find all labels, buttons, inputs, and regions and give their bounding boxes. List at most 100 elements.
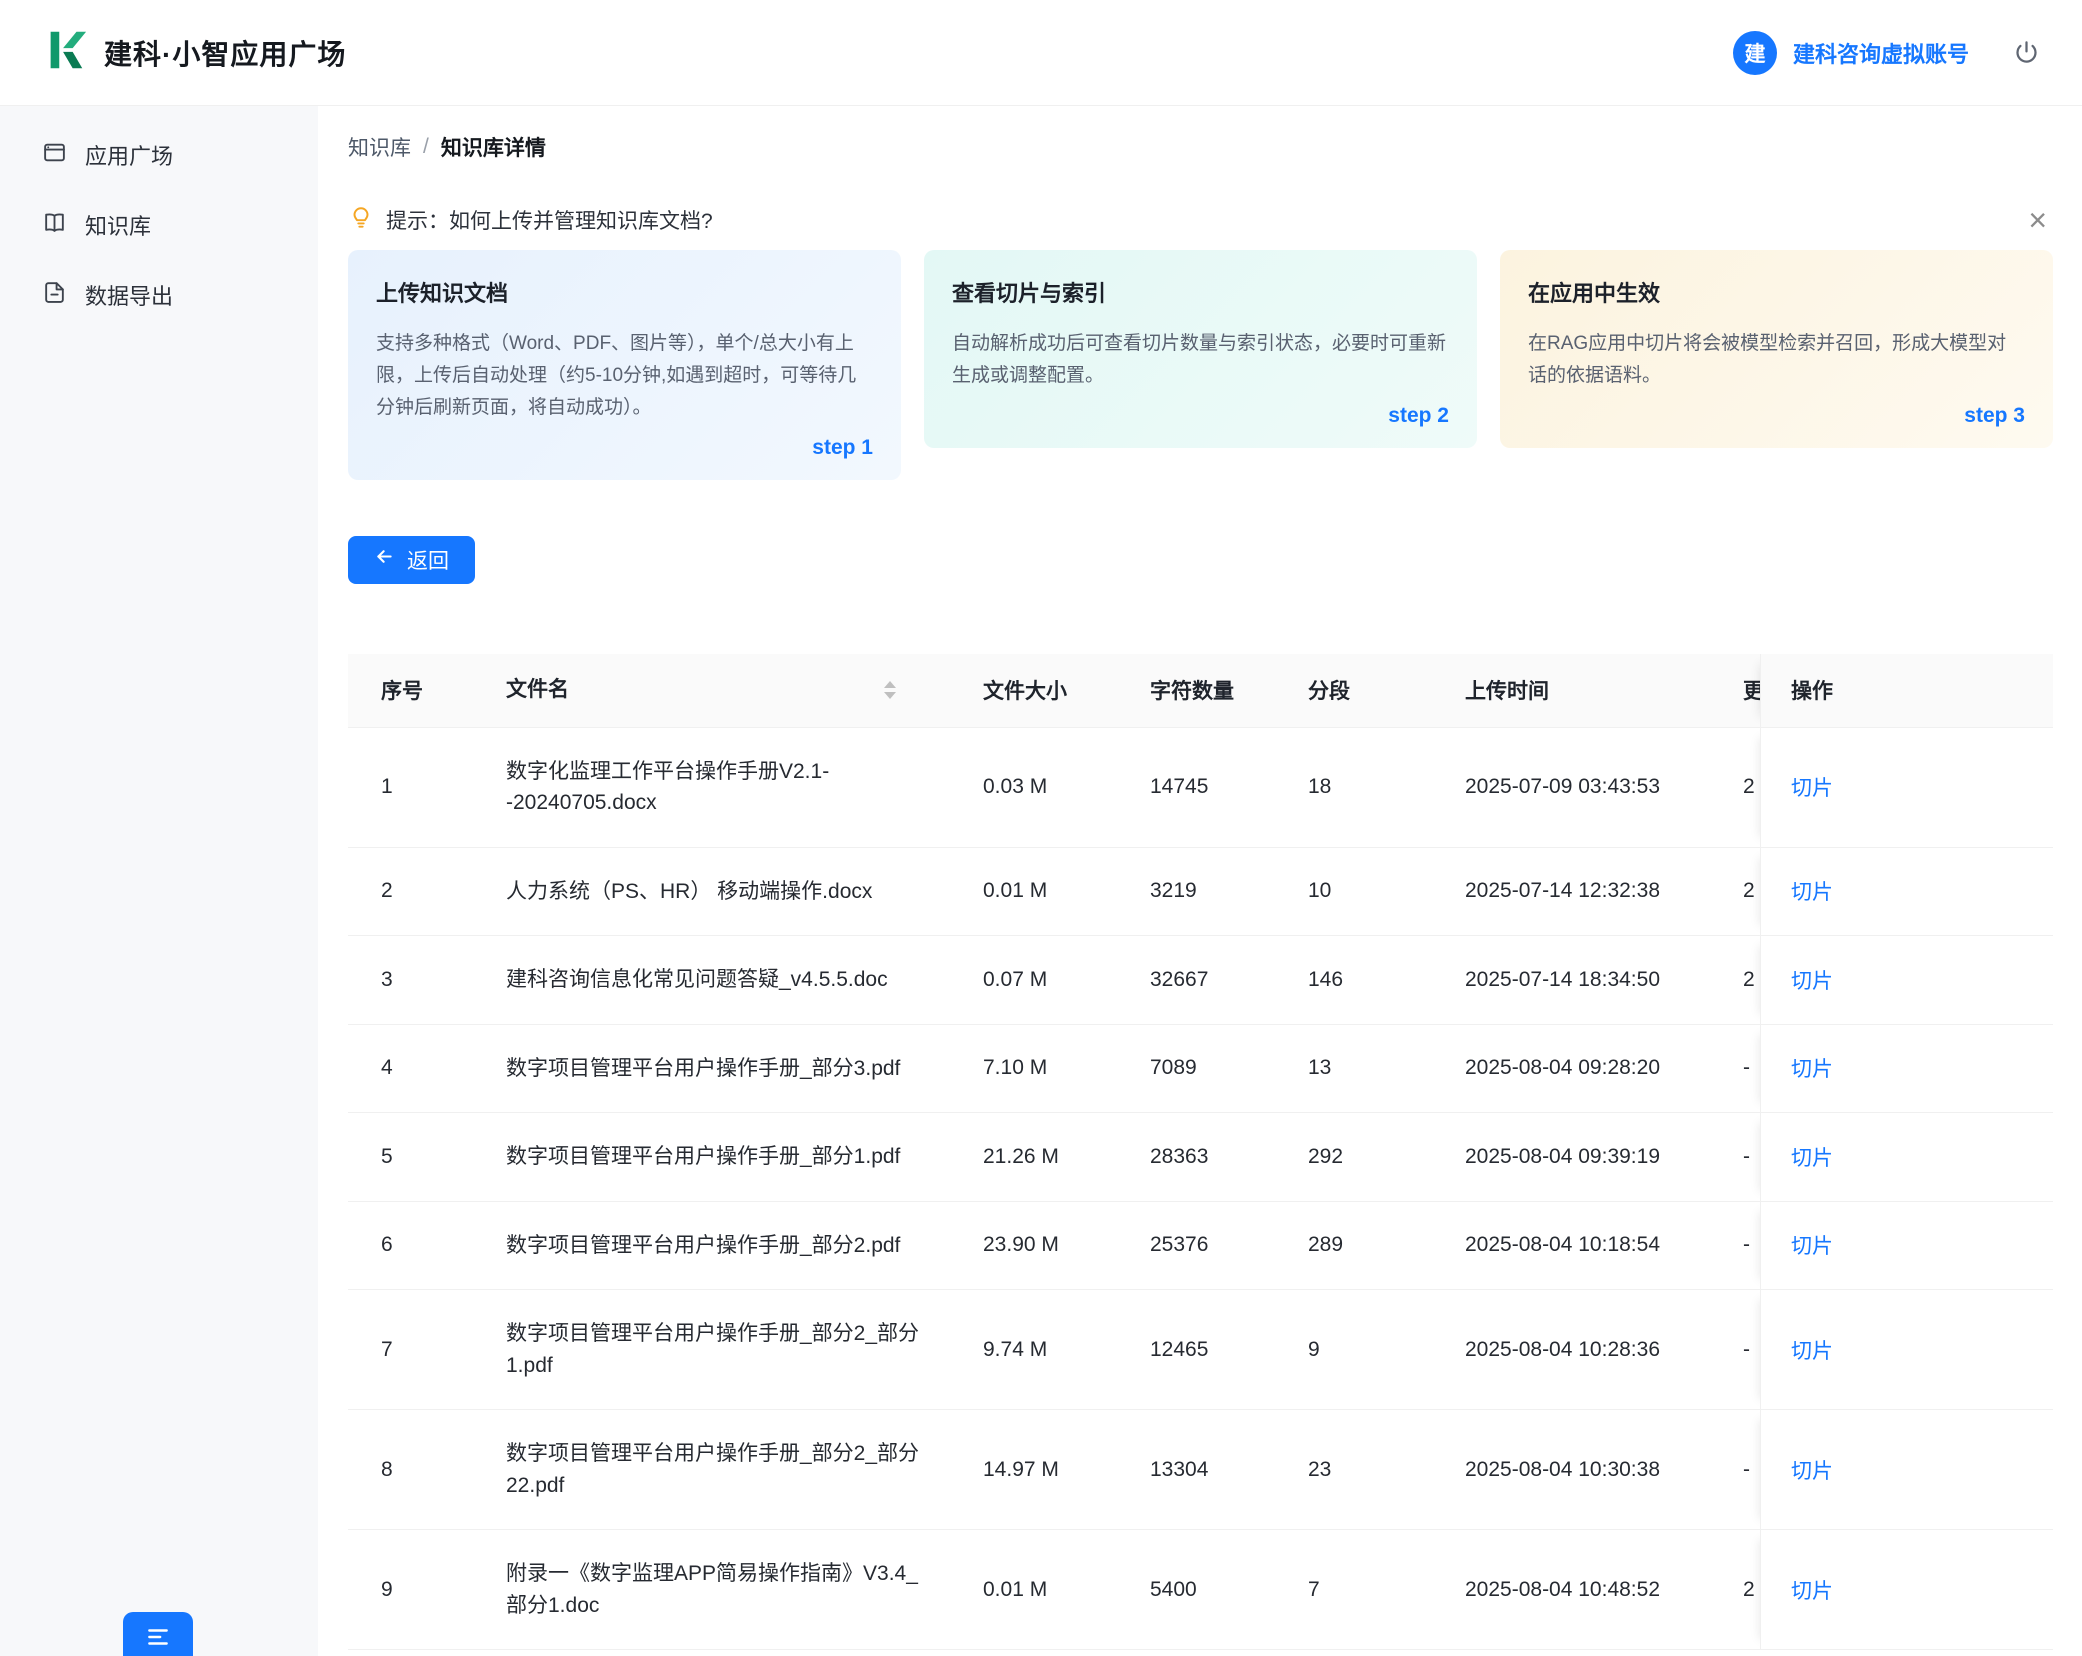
cell-filesize: 21.26 M (950, 1145, 1117, 1169)
table-row: 8 数字项目管理平台用户操作手册_部分2_部分22.pdf 14.97 M 13… (348, 1410, 2053, 1530)
table-row: 9 附录一《数字监理APP简易操作指南》V3.4_部分1.doc 0.01 M … (348, 1530, 2053, 1650)
slice-link[interactable]: 切片 (1791, 1230, 1833, 1260)
documents-table: 序号 文件名 文件大小 字符数量 分段 上传时间 更 操作 1 数字化监理工作平… (348, 654, 2053, 1651)
cell-upload-time: 2025-08-04 10:18:54 (1432, 1233, 1717, 1257)
cell-segments: 13 (1275, 1056, 1432, 1080)
main-content: 知识库 / 知识库详情 提示：如何上传并管理知识库文档? × 上传知识文档 支持… (318, 106, 2082, 1656)
avatar[interactable]: 建 (1733, 31, 1777, 75)
slice-link[interactable]: 切片 (1791, 1053, 1833, 1083)
close-icon[interactable]: × (2028, 204, 2047, 236)
app-plaza-icon (42, 140, 67, 171)
step-card-slices: 查看切片与索引 自动解析成功后可查看切片数量与索引状态，必要时可重新生成或调整配… (924, 250, 1477, 448)
sidebar-item-label: 知识库 (85, 209, 151, 241)
cell-index: 4 (348, 1056, 473, 1080)
cell-action: 切片 (1760, 1025, 2053, 1113)
col-header-filesize: 文件大小 (950, 675, 1117, 705)
card-body: 支持多种格式（Word、PDF、图片等），单个/总大小有上限，上传后自动处理（约… (376, 328, 873, 424)
table-row: 2 人力系统（PS、HR） 移动端操作.docx 0.01 M 3219 10 … (348, 848, 2053, 937)
tip-banner: 提示：如何上传并管理知识库文档? × (348, 204, 2053, 236)
col-header-upload-time: 上传时间 (1432, 675, 1717, 705)
cell-segments: 9 (1275, 1338, 1432, 1362)
filename-text: 数字项目管理平台用户操作手册_部分1.pdf (506, 1141, 922, 1173)
card-body: 自动解析成功后可查看切片数量与索引状态，必要时可重新生成或调整配置。 (952, 328, 1449, 392)
breadcrumb-separator: / (423, 135, 429, 159)
cell-segments: 292 (1275, 1145, 1432, 1169)
breadcrumb: 知识库 / 知识库详情 (348, 132, 2053, 162)
cell-action: 切片 (1760, 1113, 2053, 1201)
cell-filesize: 23.90 M (950, 1233, 1117, 1257)
cell-upload-time: 2025-08-04 10:28:36 (1432, 1338, 1717, 1362)
cell-charcount: 14745 (1117, 775, 1275, 799)
back-button[interactable]: 返回 (348, 536, 475, 584)
step-card-upload: 上传知识文档 支持多种格式（Word、PDF、图片等），单个/总大小有上限，上传… (348, 250, 901, 480)
cell-action: 切片 (1760, 1202, 2053, 1290)
sidebar-item-label: 应用广场 (85, 139, 173, 171)
slice-link[interactable]: 切片 (1791, 876, 1833, 906)
cell-filename: 建科咨询信息化常见问题答疑_v4.5.5.doc (473, 936, 950, 1024)
sidebar-item-data-export[interactable]: 数据导出 (0, 260, 318, 330)
cell-filesize: 0.03 M (950, 775, 1117, 799)
logout-icon[interactable] (2013, 39, 2040, 66)
cell-charcount: 13304 (1117, 1458, 1275, 1482)
cell-charcount: 25376 (1117, 1233, 1275, 1257)
cell-segments: 10 (1275, 879, 1432, 903)
slice-link[interactable]: 切片 (1791, 1335, 1833, 1365)
bulb-icon (348, 205, 374, 236)
filename-text: 数字化监理工作平台操作手册V2.1--20240705.docx (506, 756, 922, 819)
cell-filename: 数字项目管理平台用户操作手册_部分2_部分1.pdf (473, 1290, 950, 1409)
cell-index: 5 (348, 1145, 473, 1169)
filename-text: 建科咨询信息化常见问题答疑_v4.5.5.doc (506, 964, 922, 996)
cell-upload-time: 2025-08-04 09:39:19 (1432, 1145, 1717, 1169)
cell-index: 9 (348, 1578, 473, 1602)
cell-filesize: 0.07 M (950, 968, 1117, 992)
sidebar: 应用广场 知识库 数据导出 (0, 106, 318, 1656)
sidebar-item-knowledge-base[interactable]: 知识库 (0, 190, 318, 260)
slice-link[interactable]: 切片 (1791, 1575, 1833, 1605)
cell-filename: 数字化监理工作平台操作手册V2.1--20240705.docx (473, 728, 950, 847)
cell-filesize: 0.01 M (950, 879, 1117, 903)
col-header-charcount: 字符数量 (1117, 675, 1275, 705)
cell-index: 7 (348, 1338, 473, 1362)
cell-charcount: 12465 (1117, 1338, 1275, 1362)
tip-text: 提示：如何上传并管理知识库文档? (386, 205, 713, 235)
breadcrumb-current: 知识库详情 (441, 132, 546, 162)
app-logo-icon (42, 27, 88, 78)
cell-index: 2 (348, 879, 473, 903)
slice-link[interactable]: 切片 (1791, 772, 1833, 802)
cell-upload-time: 2025-08-04 09:28:20 (1432, 1056, 1717, 1080)
cell-action: 切片 (1760, 728, 2053, 847)
cell-segments: 23 (1275, 1458, 1432, 1482)
step-badge: step 3 (1528, 404, 2025, 428)
breadcrumb-knowledge-base[interactable]: 知识库 (348, 132, 411, 162)
cell-filename: 数字项目管理平台用户操作手册_部分3.pdf (473, 1025, 950, 1113)
cell-action: 切片 (1760, 1290, 2053, 1409)
cell-charcount: 32667 (1117, 968, 1275, 992)
cell-filesize: 0.01 M (950, 1578, 1117, 1602)
slice-link[interactable]: 切片 (1791, 1455, 1833, 1485)
cell-filesize: 7.10 M (950, 1056, 1117, 1080)
slice-link[interactable]: 切片 (1791, 965, 1833, 995)
account-name[interactable]: 建科咨询虚拟账号 (1793, 37, 1969, 69)
cell-charcount: 7089 (1117, 1056, 1275, 1080)
sidebar-item-app-plaza[interactable]: 应用广场 (0, 120, 318, 190)
collapse-menu-button[interactable] (123, 1612, 193, 1656)
table-row: 4 数字项目管理平台用户操作手册_部分3.pdf 7.10 M 7089 13 … (348, 1025, 2053, 1114)
cell-filename: 附录一《数字监理APP简易操作指南》V3.4_部分1.doc (473, 1530, 950, 1649)
slice-link[interactable]: 切片 (1791, 1142, 1833, 1172)
card-title: 上传知识文档 (376, 276, 873, 308)
col-header-filename-label: 文件名 (506, 674, 569, 706)
collapse-menu-icon (145, 1624, 171, 1655)
header-account[interactable]: 建 建科咨询虚拟账号 (1733, 31, 2040, 75)
filename-text: 人力系统（PS、HR） 移动端操作.docx (506, 876, 922, 908)
cell-charcount: 3219 (1117, 879, 1275, 903)
sort-icon[interactable] (884, 681, 896, 699)
col-header-filename[interactable]: 文件名 (473, 674, 950, 706)
col-header-index: 序号 (348, 675, 473, 705)
cell-action: 切片 (1760, 936, 2053, 1024)
cell-index: 6 (348, 1233, 473, 1257)
cell-filename: 数字项目管理平台用户操作手册_部分2.pdf (473, 1202, 950, 1290)
col-header-action: 操作 (1760, 654, 2053, 727)
knowledge-base-icon (42, 210, 67, 241)
card-body: 在RAG应用中切片将会被模型检索并召回，形成大模型对话的依据语料。 (1528, 328, 2025, 392)
cell-upload-time: 2025-08-04 10:30:38 (1432, 1458, 1717, 1482)
